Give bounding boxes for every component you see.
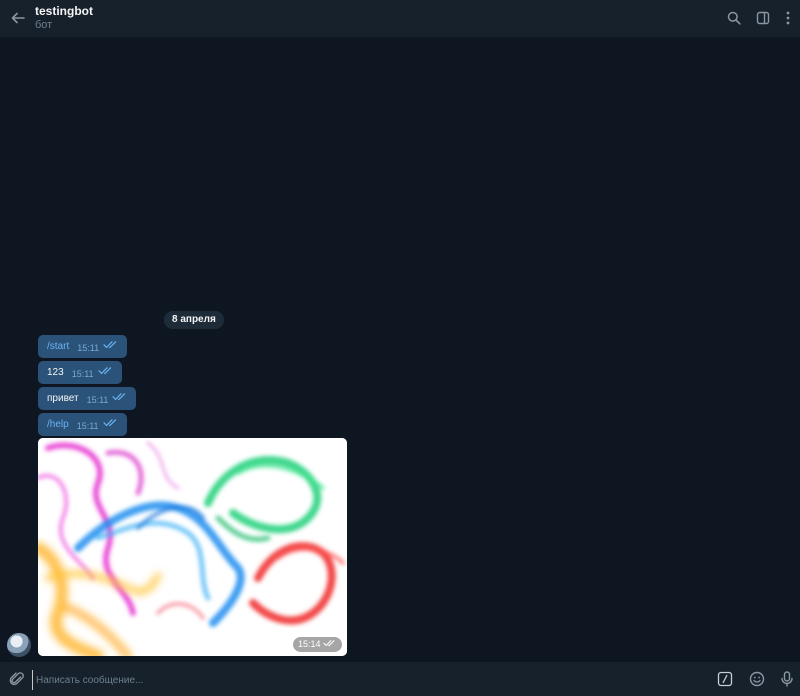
double-check-icon: [103, 335, 119, 358]
message-text: 123: [47, 367, 64, 378]
message-time: 15:11: [77, 343, 100, 353]
messages-area[interactable]: 8 апреля /start 15:11 123 15:11 привет 15:1…: [0, 38, 800, 662]
double-check-icon: [97, 361, 114, 384]
message-bubble[interactable]: /help 15:11: [38, 413, 127, 436]
sidebar-toggle-icon[interactable]: [752, 7, 774, 29]
message-time: 15:14: [297, 639, 321, 649]
double-check-icon: [112, 387, 128, 410]
avatar[interactable]: [7, 633, 31, 657]
search-icon[interactable]: [723, 7, 745, 29]
message-text[interactable]: /start: [47, 335, 69, 358]
double-check-icon: [323, 639, 337, 649]
double-check-icon: [102, 413, 119, 436]
emoji-icon[interactable]: [746, 668, 768, 690]
message-composer: [0, 662, 800, 696]
message-text[interactable]: /help: [47, 413, 69, 436]
chat-header: testingbot бот: [0, 0, 800, 38]
smoke-photo[interactable]: [38, 438, 347, 656]
message-time: 15:11: [71, 369, 94, 379]
back-arrow-icon[interactable]: [6, 6, 30, 30]
chat-subtitle: бот: [35, 19, 53, 31]
message-input[interactable]: [32, 670, 678, 690]
message-text: привет: [47, 393, 79, 404]
bot-commands-icon[interactable]: [714, 668, 736, 690]
date-separator: 8 апреля: [164, 311, 224, 329]
photo-time-badge: 15:14: [292, 637, 342, 652]
message-time: 15:11: [86, 395, 109, 405]
message-bubble[interactable]: привет 15:11: [38, 387, 137, 410]
more-vertical-icon[interactable]: [777, 7, 799, 29]
chat-title[interactable]: testingbot: [35, 4, 93, 18]
paperclip-icon[interactable]: [6, 668, 28, 690]
message-bubble[interactable]: 123 15:11: [38, 361, 122, 384]
message-time: 15:11: [76, 421, 99, 431]
microphone-icon[interactable]: [776, 668, 798, 690]
photo-message[interactable]: 15:14: [38, 438, 347, 656]
message-bubble[interactable]: /start 15:11: [38, 335, 128, 358]
